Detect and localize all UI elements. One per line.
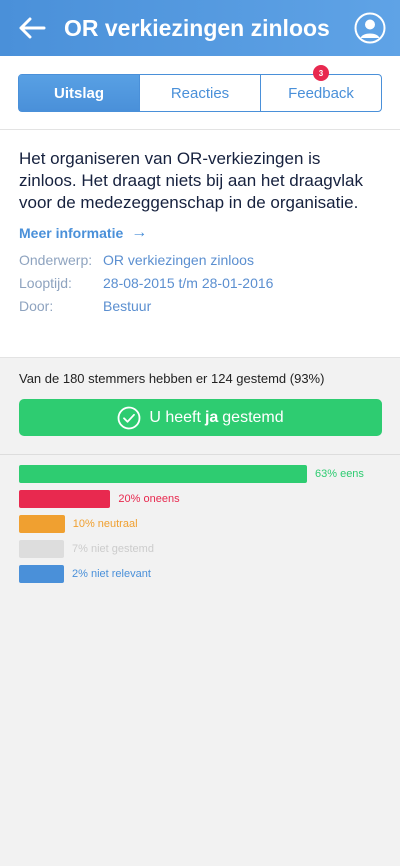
result-bar <box>19 539 64 558</box>
meta-row-onderwerp: Onderwerp: OR verkiezingen zinloos <box>19 249 382 272</box>
result-bar <box>19 464 307 483</box>
tab-label: Feedback <box>288 84 354 102</box>
result-bar <box>19 564 64 583</box>
vote-choice: ja <box>204 408 219 426</box>
vote-prefix: U heeft <box>149 408 201 426</box>
vote-suffix: gestemd <box>222 408 284 426</box>
vote-summary: Van de 180 stemmers hebben er 124 gestem… <box>19 371 325 386</box>
result-bar-label: 63% eens <box>315 467 364 480</box>
proposition-card: Het organiseren van OR-verkiezingen is z… <box>0 130 400 358</box>
page-title: OR verkiezingen zinloos <box>64 14 330 41</box>
result-bar-label: 20% oneens <box>118 492 180 505</box>
check-circle-icon <box>117 406 141 429</box>
meta-row-looptijd: Looptijd: 28-08-2015 t/m 28-01-2016 <box>19 272 382 295</box>
more-info-label: Meer informatie <box>19 225 124 241</box>
tab-label: Reacties <box>170 84 230 102</box>
meta-key: Onderwerp: <box>19 252 93 268</box>
result-bar-label: 2% niet relevant <box>72 567 151 580</box>
meta-value: 28-08-2015 t/m 28-01-2016 <box>103 275 274 291</box>
tab-bar: Uitslag Reacties 3 Feedback <box>0 56 400 130</box>
result-bar-row: 20% oneens <box>19 486 382 511</box>
result-bar <box>19 514 65 533</box>
proposition-statement: Het organiseren van OR-verkiezingen is z… <box>19 149 363 212</box>
result-bars: 63% eens 20% oneens 10% neutraal 7% niet ge… <box>19 461 382 586</box>
tab-reacties[interactable]: Reacties <box>139 75 260 111</box>
meta-value: OR verkiezingen zinloos <box>103 252 254 268</box>
result-bar-row: 10% neutraal <box>19 511 382 536</box>
result-bar-row: 63% eens <box>19 461 382 486</box>
notification-badge: 3 <box>313 65 329 81</box>
meta-list: Onderwerp: OR verkiezingen zinloos Loopt… <box>19 249 382 318</box>
meta-key: Door: <box>19 298 54 314</box>
result-bar <box>19 489 111 508</box>
result-bar-label: 10% neutraal <box>72 517 138 530</box>
results-section: Van de 180 stemmers hebben er 124 gestem… <box>0 359 400 866</box>
meta-value: Bestuur <box>103 298 152 314</box>
result-bar-row: 2% niet relevant <box>19 561 382 586</box>
meta-key: Looptijd: <box>19 275 72 291</box>
more-info-link[interactable]: Meer informatie → <box>19 224 382 242</box>
vote-status-button[interactable]: U heeft ja gestemd <box>19 399 382 436</box>
segmented-control: Uitslag Reacties 3 Feedback <box>18 65 382 112</box>
result-bar-row: 7% niet gestemd <box>19 536 382 561</box>
tab-feedback[interactable]: 3 Feedback <box>260 65 381 111</box>
tab-label: Uitslag <box>53 84 104 102</box>
app-header: OR verkiezingen zinloos <box>0 0 400 56</box>
meta-row-door: Door: Bestuur <box>19 295 382 318</box>
tab-uitslag[interactable]: Uitslag <box>19 75 139 111</box>
arrow-right-icon: → <box>131 224 148 241</box>
user-circle-icon[interactable] <box>354 12 386 44</box>
arrow-left-icon <box>19 17 46 39</box>
result-bar-label: 7% niet gestemd <box>72 542 154 555</box>
back-button[interactable] <box>14 10 50 46</box>
divider <box>0 454 400 455</box>
